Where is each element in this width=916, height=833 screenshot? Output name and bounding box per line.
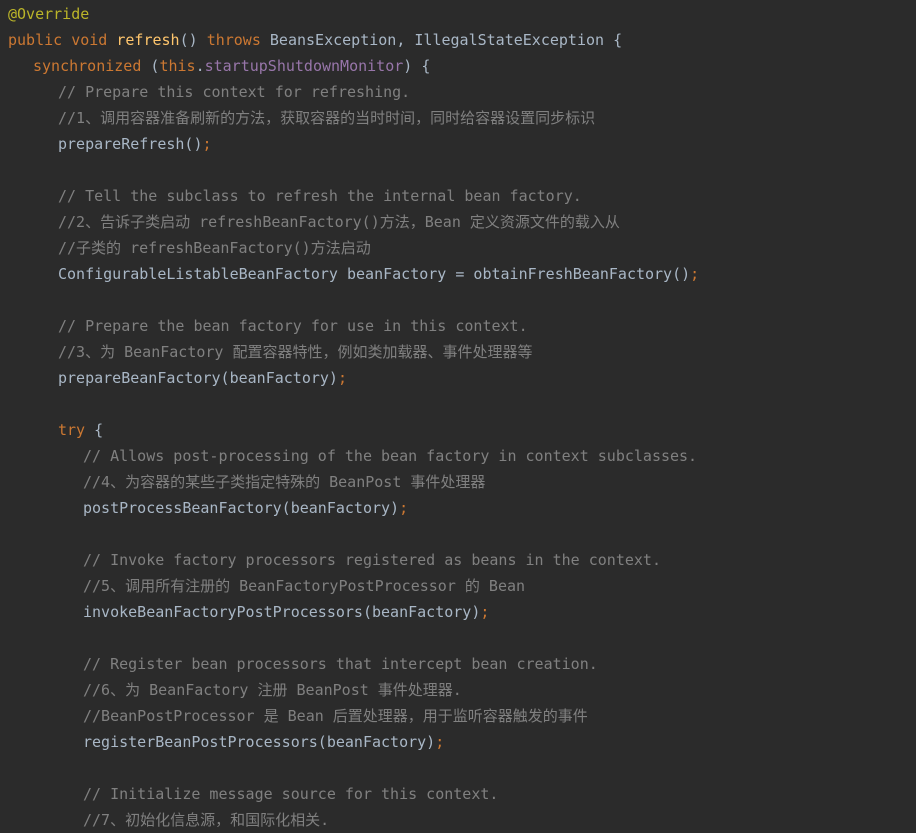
code-line-24: invokeBeanFactoryPostProcessors(beanFact… xyxy=(0,599,916,625)
comment-token: //3、为 BeanFactory 配置容器特性，例如类加载器、事件处理器等 xyxy=(58,343,533,361)
keyword-token: synchronized xyxy=(33,57,142,75)
comment-token: //1、调用容器准备刷新的方法，获取容器的当时时间，同时给容器设置同步标识 xyxy=(58,109,596,127)
code-line-19: //4、为容器的某些子类指定特殊的 BeanPost 事件处理器 xyxy=(0,469,916,495)
code-line-15: prepareBeanFactory(beanFactory); xyxy=(0,365,916,391)
semicolon-token: ; xyxy=(690,265,700,283)
code-line-3: synchronized (this.startupShutdownMonito… xyxy=(0,53,916,79)
semicolon-token: ; xyxy=(399,499,409,517)
semicolon-token: ; xyxy=(337,369,347,387)
plain-token: ) { xyxy=(403,57,431,75)
code-editor[interactable]: @Override public void refresh() throws B… xyxy=(0,0,916,833)
comment-token: // Register bean processors that interce… xyxy=(83,655,598,673)
semicolon-token: ; xyxy=(435,733,445,751)
comment-token: //子类的 refreshBeanFactory()方法启动 xyxy=(58,239,371,257)
semicolon-token: ; xyxy=(480,603,490,621)
plain-token: BeansException, IllegalStateException { xyxy=(269,31,623,49)
code-line-26: // Register bean processors that interce… xyxy=(0,651,916,677)
code-line-2: public void refresh() throws BeansExcept… xyxy=(0,27,916,53)
code-line-6: prepareRefresh(); xyxy=(0,131,916,157)
comment-token: //4、为容器的某些子类指定特殊的 BeanPost 事件处理器 xyxy=(83,473,486,491)
comment-token: //5、调用所有注册的 BeanFactoryPostProcessor 的 B… xyxy=(83,577,526,595)
code-line-11: ConfigurableListableBeanFactory beanFact… xyxy=(0,261,916,287)
code-line-23: //5、调用所有注册的 BeanFactoryPostProcessor 的 B… xyxy=(0,573,916,599)
code-line-17: try { xyxy=(0,417,916,443)
plain-token: . xyxy=(195,57,205,75)
plain-token: () xyxy=(179,31,198,49)
comment-token: //BeanPostProcessor 是 Bean 后置处理器，用于监听容器触… xyxy=(83,707,588,725)
plain-token: ( xyxy=(141,57,160,75)
comment-token: //6、为 BeanFactory 注册 BeanPost 事件处理器. xyxy=(83,681,462,699)
annotation-token: @Override xyxy=(8,5,90,23)
code-line-18: // Allows post-processing of the bean fa… xyxy=(0,443,916,469)
field-token: startupShutdownMonitor xyxy=(204,57,404,75)
code-line-14: //3、为 BeanFactory 配置容器特性，例如类加载器、事件处理器等 xyxy=(0,339,916,365)
comment-token: //2、告诉子类启动 refreshBeanFactory()方法，Bean 定… xyxy=(58,213,620,231)
comment-token: // Invoke factory processors registered … xyxy=(83,551,661,569)
keyword-token: this xyxy=(159,57,196,75)
code-line-28: //BeanPostProcessor 是 Bean 后置处理器，用于监听容器触… xyxy=(0,703,916,729)
code-line-9: //2、告诉子类启动 refreshBeanFactory()方法，Bean 定… xyxy=(0,209,916,235)
keyword-token: try xyxy=(58,421,86,439)
code-line-13: // Prepare the bean factory for use in t… xyxy=(0,313,916,339)
statement-token: invokeBeanFactoryPostProcessors(beanFact… xyxy=(83,603,481,621)
method-name-token: refresh xyxy=(116,31,180,49)
semicolon-token: ; xyxy=(202,135,212,153)
code-line-5: //1、调用容器准备刷新的方法，获取容器的当时时间，同时给容器设置同步标识 xyxy=(0,105,916,131)
code-line-29: registerBeanPostProcessors(beanFactory); xyxy=(0,729,916,755)
keyword-token: throws xyxy=(206,31,261,49)
code-line-31: // Initialize message source for this co… xyxy=(0,781,916,807)
statement-token: prepareBeanFactory(beanFactory) xyxy=(58,369,338,387)
comment-token: //7、初始化信息源，和国际化相关. xyxy=(83,811,330,829)
keyword-token: public xyxy=(8,31,63,49)
comment-token: // Prepare the bean factory for use in t… xyxy=(58,317,528,335)
statement-token: prepareRefresh() xyxy=(58,135,203,153)
plain-token: { xyxy=(85,421,104,439)
comment-token: // Initialize message source for this co… xyxy=(83,785,499,803)
code-line-8: // Tell the subclass to refresh the inte… xyxy=(0,183,916,209)
comment-token: // Prepare this context for refreshing. xyxy=(58,83,411,101)
code-line-20: postProcessBeanFactory(beanFactory); xyxy=(0,495,916,521)
code-line-4: // Prepare this context for refreshing. xyxy=(0,79,916,105)
comment-token: // Allows post-processing of the bean fa… xyxy=(83,447,698,465)
statement-token: postProcessBeanFactory(beanFactory) xyxy=(83,499,400,517)
code-line-27: //6、为 BeanFactory 注册 BeanPost 事件处理器. xyxy=(0,677,916,703)
code-line-32: //7、初始化信息源，和国际化相关. xyxy=(0,807,916,833)
keyword-token: void xyxy=(71,31,108,49)
code-line-10: //子类的 refreshBeanFactory()方法启动 xyxy=(0,235,916,261)
comment-token: // Tell the subclass to refresh the inte… xyxy=(58,187,582,205)
code-line-22: // Invoke factory processors registered … xyxy=(0,547,916,573)
code-line-1: @Override xyxy=(0,1,916,27)
statement-token: ConfigurableListableBeanFactory beanFact… xyxy=(58,265,691,283)
statement-token: registerBeanPostProcessors(beanFactory) xyxy=(83,733,436,751)
